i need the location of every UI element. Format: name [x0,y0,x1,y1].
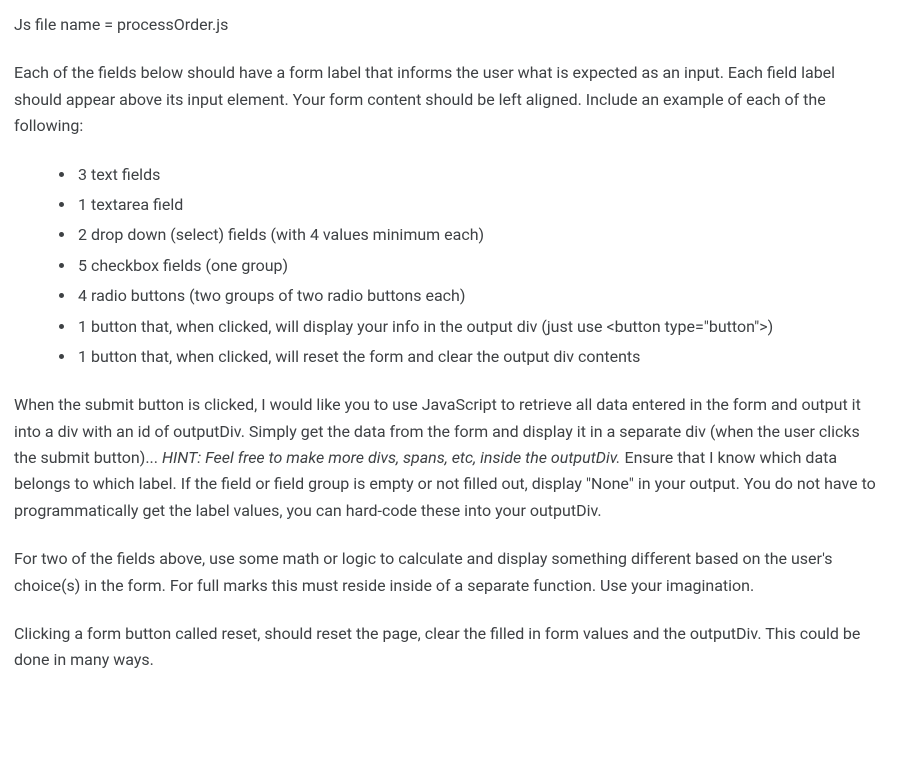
reset-instructions-paragraph: Clicking a form button called reset, sho… [14,621,883,674]
file-name-heading: Js file name = processOrder.js [14,12,883,38]
list-item: 4 radio buttons (two groups of two radio… [76,283,883,309]
logic-instructions-paragraph: For two of the fields above, use some ma… [14,546,883,599]
hint-text: HINT: Feel free to make more divs, spans… [162,448,621,467]
list-item: 1 button that, when clicked, will reset … [76,344,883,370]
list-item: 5 checkbox fields (one group) [76,253,883,279]
intro-paragraph: Each of the fields below should have a f… [14,60,883,139]
list-item: 3 text fields [76,162,883,188]
requirements-list: 3 text fields 1 textarea field 2 drop do… [14,162,883,371]
submit-instructions-paragraph: When the submit button is clicked, I wou… [14,392,883,524]
list-item: 1 textarea field [76,192,883,218]
list-item: 1 button that, when clicked, will displa… [76,314,883,340]
list-item: 2 drop down (select) fields (with 4 valu… [76,222,883,248]
